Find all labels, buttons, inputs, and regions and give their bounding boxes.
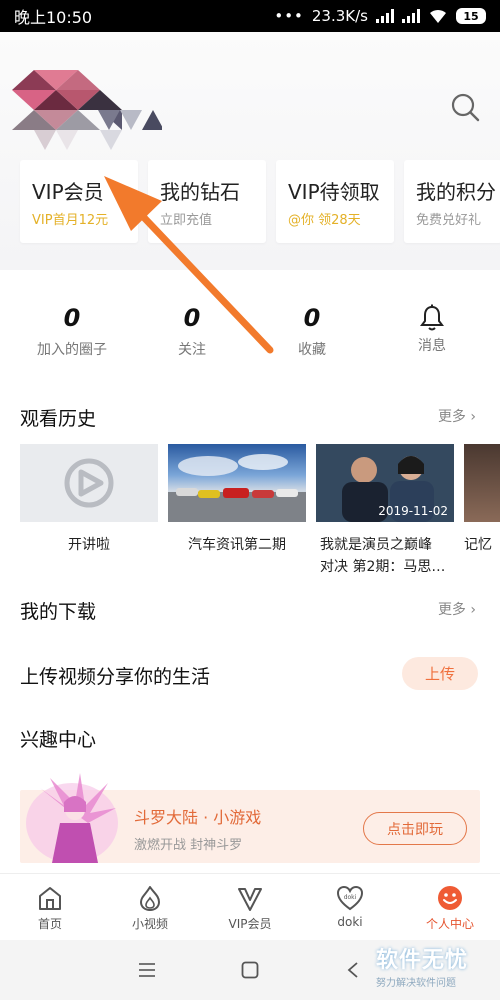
home-square-icon[interactable]: [241, 961, 259, 979]
doki-heart-icon: doki: [336, 885, 364, 911]
card-subtitle: 免费兑好礼: [416, 213, 482, 228]
stat-following[interactable]: 0 关注: [132, 300, 252, 359]
bell-icon: [420, 304, 444, 331]
status-bar: 晚上10:50 ••• 23.3K/s 15: [0, 0, 500, 32]
tab-personal-center[interactable]: 个人中心: [400, 874, 500, 939]
battery-icon: 15: [456, 8, 486, 24]
play-now-button[interactable]: 点击即玩: [363, 812, 467, 845]
watermark-subtitle: 努力解决软件问题: [376, 978, 456, 989]
downloads-more-link[interactable]: 更多 ›: [438, 599, 476, 619]
stat-label: 收藏: [298, 342, 326, 358]
network-speed: 23.3K/s: [311, 7, 368, 25]
history-item[interactable]: 汽车资讯第二期: [168, 444, 306, 578]
stat-value: 0: [183, 304, 201, 332]
status-time: 晚上10:50: [14, 8, 93, 27]
menu-icon[interactable]: [138, 962, 156, 978]
watermark-logo: 软件无忧 努力解决软件问题: [376, 942, 500, 989]
stat-label: 消息: [418, 338, 446, 354]
play-logo-icon: [64, 458, 114, 508]
game-subtitle: 激燃开战 封神斗罗: [134, 838, 243, 853]
thumbnail-placeholder: [20, 444, 158, 522]
history-item[interactable]: 2019-11-02 我就是演员之巅峰 对决 第2期：马思…: [316, 444, 454, 578]
history-item[interactable]: 记忆: [464, 444, 500, 578]
card-title: VIP会员: [32, 180, 104, 204]
tab-home[interactable]: 首页: [0, 874, 100, 939]
tab-vip[interactable]: VIP会员: [200, 874, 300, 939]
history-title: 观看历史: [20, 408, 97, 430]
vip-pending-card[interactable]: VIP待领取 @你 领28天: [276, 160, 394, 243]
interest-title: 兴趣中心: [20, 729, 97, 751]
watermark-title: 软件无忧: [376, 948, 469, 973]
vip-cards-row: VIP会员 VIP首月12元 我的钻石 立即充值 VIP待领取 @你 领28天 …: [20, 160, 500, 243]
wifi-icon: [430, 9, 446, 23]
stats-row: 0 加入的圈子 0 关注 0 收藏 消息: [0, 300, 500, 359]
game-character-image: [26, 773, 118, 863]
stat-value: 0: [63, 304, 81, 332]
history-date: 2019-11-02: [378, 504, 448, 518]
home-icon: [39, 887, 61, 910]
game-title: 斗罗大陆 · 小游戏: [134, 808, 262, 827]
thumbnail-show: 2019-11-02: [316, 444, 454, 522]
points-card[interactable]: 我的积分 免费兑好礼: [404, 160, 500, 243]
smile-face-icon: [438, 886, 462, 910]
stat-circles[interactable]: 0 加入的圈子: [12, 300, 132, 359]
back-icon[interactable]: [346, 961, 360, 979]
tab-label: VIP会员: [228, 917, 272, 931]
tab-label: 小视频: [131, 917, 168, 931]
history-caption: 汽车资讯第二期: [188, 537, 286, 553]
signal-icon: [376, 9, 394, 23]
history-item[interactable]: 开讲啦: [20, 444, 158, 578]
notification-dots-icon: •••: [274, 7, 304, 25]
thumbnail-memory: [464, 444, 500, 522]
upload-title: 上传视频分享你的生活: [20, 666, 211, 688]
vip-member-card[interactable]: VIP会员 VIP首月12元: [20, 160, 138, 243]
bottom-tab-bar: 首页 小视频 VIP会员 doki doki 个人中心: [0, 873, 500, 939]
card-subtitle: VIP首月12元: [32, 213, 109, 228]
flame-icon: [140, 886, 160, 911]
history-caption: 记忆: [464, 537, 492, 553]
card-subtitle: @你 领28天: [288, 213, 361, 228]
tab-short-video[interactable]: 小视频: [100, 874, 200, 939]
history-caption: 我就是演员之巅峰 对决 第2期：马思…: [320, 537, 446, 575]
card-title: VIP待领取: [288, 180, 380, 204]
card-subtitle: 立即充值: [160, 213, 213, 228]
stat-favorites[interactable]: 0 收藏: [252, 300, 372, 359]
tab-label: doki: [337, 915, 363, 929]
svg-text:doki: doki: [344, 894, 357, 901]
upload-button[interactable]: 上传: [402, 657, 478, 690]
stat-label: 关注: [178, 342, 206, 358]
downloads-title[interactable]: 我的下载: [20, 597, 96, 624]
card-title: 我的积分: [416, 180, 496, 204]
signal-icon-2: [402, 9, 420, 23]
tab-label: 首页: [37, 917, 62, 931]
stat-messages[interactable]: 消息: [372, 300, 492, 359]
tab-doki[interactable]: doki doki: [300, 874, 400, 939]
history-more-link[interactable]: 更多 ›: [438, 406, 476, 426]
stat-label: 加入的圈子: [37, 342, 107, 358]
thumbnail-cars: [168, 444, 306, 522]
search-icon[interactable]: [450, 92, 480, 122]
history-caption: 开讲啦: [68, 537, 110, 553]
stat-value: 0: [303, 304, 321, 332]
vip-icon: [238, 888, 262, 911]
card-title: 我的钻石: [160, 180, 240, 204]
diamond-card[interactable]: 我的钻石 立即充值: [148, 160, 266, 243]
history-list: 开讲啦 汽车资讯第二期 2019-11-02 我就是演员之巅峰 对决 第2期：马…: [20, 444, 500, 578]
tab-label: 个人中心: [425, 917, 474, 931]
